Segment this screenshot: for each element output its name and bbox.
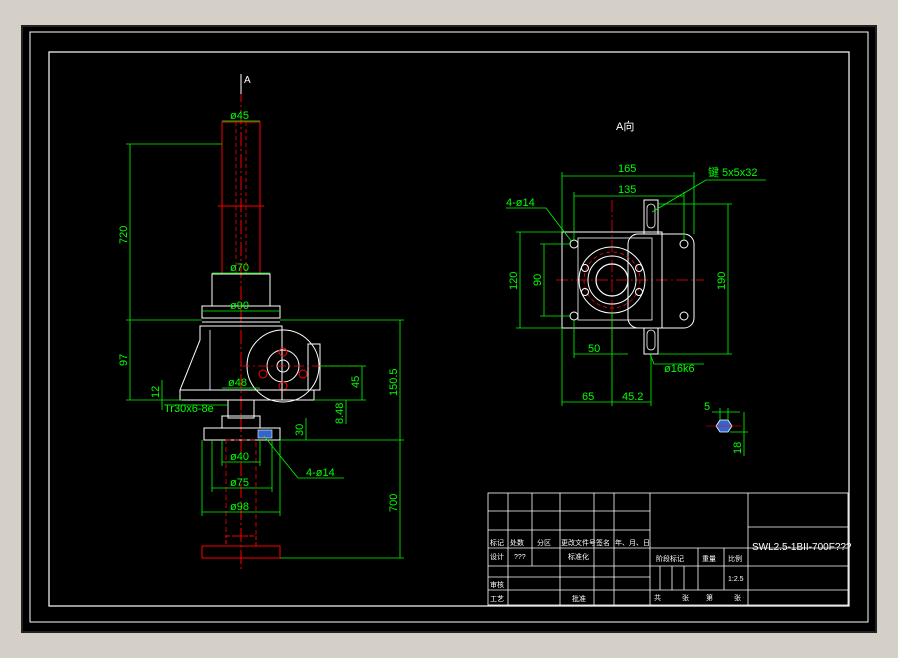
tb-zhang: 张 <box>682 593 689 602</box>
tb-shenhe: 审核 <box>490 580 504 589</box>
label-key-18: 18 <box>732 442 744 454</box>
label-120: 120 <box>508 272 520 290</box>
label-holes-side: 4-ø14 <box>306 467 335 479</box>
label-720: 720 <box>118 226 130 244</box>
label-12: 12 <box>150 386 162 398</box>
tb-date: 年、月、日 <box>615 538 650 547</box>
top-view-title: A向 <box>616 119 634 133</box>
tb-fenqu: 分区 <box>537 538 551 547</box>
label-d75: ø75 <box>230 477 249 489</box>
tb-scale: 1:2.5 <box>728 576 744 583</box>
tb-chushu: 处数 <box>510 538 524 547</box>
label-key: 键 5x5x32 <box>708 165 758 179</box>
tb-pizhun: 批准 <box>572 594 586 603</box>
tb-biaoji: 标记 <box>490 538 504 547</box>
label-d40: ø40 <box>230 451 249 463</box>
tb-gong: 共 <box>654 593 661 602</box>
label-165: 165 <box>618 163 636 175</box>
label-d45: ø45 <box>230 110 249 122</box>
label-thread: Tr30x6-8e <box>164 403 214 415</box>
label-d48: ø48 <box>228 377 247 389</box>
label-d70: ø70 <box>230 262 249 274</box>
label-135: 135 <box>618 184 636 196</box>
label-key-5: 5 <box>704 401 710 413</box>
label-45: 45 <box>350 376 362 388</box>
label-d90: ø90 <box>230 300 249 312</box>
tb-qianming: 签名 <box>596 538 610 547</box>
label-50: 50 <box>588 343 600 355</box>
tb-sheji-value: ??? <box>514 554 526 561</box>
label-d98: ø98 <box>230 501 249 513</box>
label-shaft: ø16k6 <box>664 363 695 375</box>
tb-drawing-title: SWL2.5-1BII-700F??? <box>752 542 852 553</box>
cad-drawing-viewport: A ø45 ø70 ø90 720 97 12 ø48 Tr30x6-8e 45… <box>21 25 877 633</box>
section-marker-label: A <box>244 75 251 86</box>
label-848: 8.48 <box>334 403 346 424</box>
label-190: 190 <box>716 272 728 290</box>
label-97: 97 <box>118 354 130 366</box>
tb-genggai: 更改文件号 <box>561 538 596 547</box>
label-holes-top: 4-ø14 <box>506 197 535 209</box>
tb-sheji: 设计 <box>490 552 504 561</box>
tb-biaozhunhua: 标准化 <box>568 552 589 561</box>
label-700: 700 <box>388 494 400 512</box>
label-1505: 150.5 <box>388 368 400 396</box>
tb-gongyi: 工艺 <box>490 595 504 603</box>
label-452: 45.2 <box>622 391 643 403</box>
tb-zhang2: 张 <box>734 593 741 602</box>
label-90: 90 <box>532 274 544 286</box>
label-65: 65 <box>582 391 594 403</box>
label-30: 30 <box>294 424 306 436</box>
tb-jieduan: 阶段标记 <box>656 554 684 563</box>
tb-di: 第 <box>706 593 713 602</box>
tb-bili: 比例 <box>728 554 742 563</box>
tb-zhongliang: 重量 <box>702 555 716 563</box>
